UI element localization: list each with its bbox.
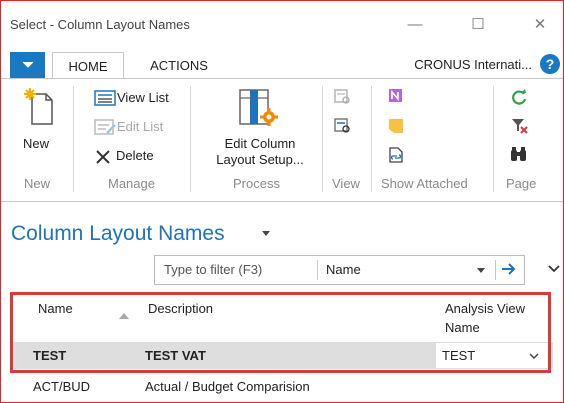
expand-chevron-icon[interactable] [548, 265, 560, 273]
group-label-process: Process [233, 176, 280, 191]
delete-icon [95, 149, 111, 165]
minimize-button[interactable]: — [400, 11, 430, 37]
chevron-down-icon [477, 268, 485, 273]
filter-input[interactable]: Type to filter (F3) [156, 257, 316, 283]
group-label-page: Page [506, 176, 537, 191]
ribbon-divider [493, 86, 494, 192]
page-title-dropdown-icon[interactable] [262, 231, 270, 237]
find-icon[interactable] [509, 146, 529, 164]
view-icon-2[interactable] [334, 118, 352, 134]
tab-home[interactable]: HOME [52, 52, 124, 79]
filter-divider [495, 260, 496, 280]
row-name-cell: ACT/BUD [33, 379, 91, 394]
edit-column-layout-button-line2[interactable]: Layout Setup... [205, 152, 315, 167]
apply-filter-arrow-icon[interactable] [500, 261, 518, 277]
edit-list-icon [94, 119, 116, 135]
onenote-icon[interactable] [387, 87, 405, 105]
group-label-show-attached: Show Attached [381, 176, 468, 191]
group-label-manage: Manage [108, 176, 155, 191]
ribbon-divider [190, 86, 191, 192]
edit-column-layout-icon [238, 86, 280, 130]
group-label-new: New [24, 176, 51, 191]
row-description-cell: Actual / Budget Comparision [145, 379, 310, 394]
links-icon[interactable] [387, 146, 405, 164]
app-menu-button[interactable] [10, 52, 45, 78]
window-title: Select - Column Layout Names [10, 17, 190, 32]
delete-button[interactable]: Delete [116, 148, 154, 163]
company-name[interactable]: CRONUS Internati... [414, 57, 532, 72]
ribbon-divider [73, 86, 74, 192]
highlight-annotation-box [10, 292, 551, 373]
chevron-down-icon [22, 61, 33, 68]
edit-column-layout-button-line1[interactable]: Edit Column [223, 136, 297, 151]
filter-divider [317, 260, 318, 280]
edit-list-button[interactable]: Edit List [117, 119, 163, 134]
view-list-button[interactable]: View List [117, 90, 169, 105]
close-button[interactable]: ✕ [525, 11, 555, 37]
new-icon [22, 86, 56, 126]
page-title: Column Layout Names [11, 222, 225, 245]
view-icon-1[interactable] [334, 89, 352, 105]
view-list-icon [94, 90, 116, 106]
notes-icon[interactable] [387, 117, 405, 135]
filter-field-select[interactable]: Name [319, 257, 495, 283]
tab-actions[interactable]: ACTIONS [134, 52, 224, 78]
group-label-view: View [332, 176, 360, 191]
ribbon-divider [371, 86, 372, 192]
new-button[interactable]: New [23, 136, 49, 151]
clear-filter-icon[interactable] [510, 117, 530, 135]
ribbon-divider [322, 86, 323, 192]
maximize-button[interactable]: ☐ [463, 11, 493, 37]
filter-field-value: Name [326, 262, 361, 277]
filter-placeholder: Type to filter (F3) [164, 262, 263, 277]
help-icon[interactable]: ? [540, 54, 560, 74]
refresh-icon[interactable] [510, 88, 528, 106]
